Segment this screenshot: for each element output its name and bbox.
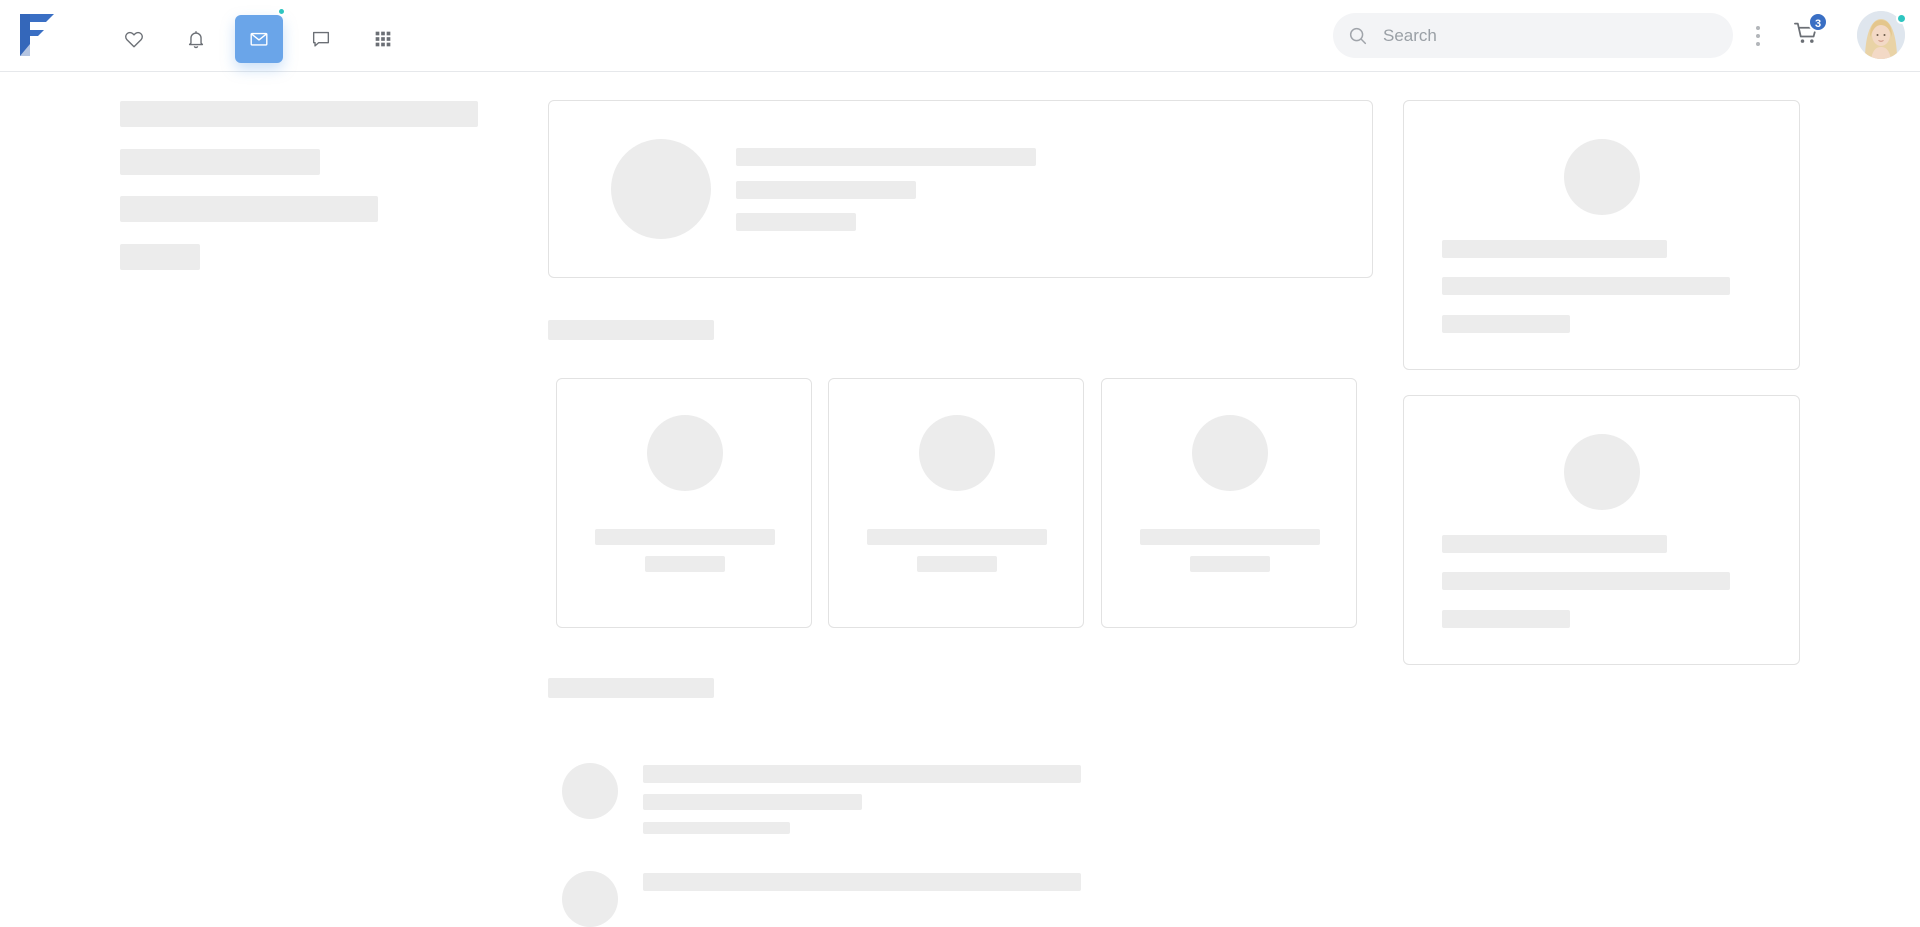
list-text-skeleton-line (643, 794, 862, 810)
top-navbar: 3 (0, 0, 1920, 72)
messages-unread-dot (277, 7, 286, 16)
item-card-skeleton (828, 378, 1084, 628)
text-skeleton-line (867, 529, 1047, 545)
avatar-skeleton (1564, 434, 1640, 510)
avatar-skeleton (919, 415, 995, 491)
list-avatar-skeleton (562, 871, 618, 927)
nav-chat-button[interactable] (297, 15, 345, 63)
avatar-skeleton (1564, 139, 1640, 215)
sidebar-skeleton-line (120, 101, 478, 127)
text-skeleton-line (1442, 277, 1730, 295)
text-skeleton-line (1442, 240, 1667, 258)
nav-messages-button[interactable] (235, 15, 283, 63)
profile-card-skeleton (548, 100, 1373, 278)
text-skeleton-line (736, 213, 856, 231)
sidebar-skeleton-line (120, 149, 320, 175)
search-input[interactable] (1381, 24, 1701, 47)
search-bar (1333, 13, 1733, 58)
heart-icon (125, 31, 143, 48)
right-card-skeleton (1403, 100, 1800, 370)
right-card-skeleton (1403, 395, 1800, 665)
text-skeleton-line (736, 181, 916, 199)
more-options-button[interactable] (1748, 22, 1768, 50)
avatar-skeleton (1192, 415, 1268, 491)
avatar-skeleton (611, 139, 711, 239)
brand-logo[interactable] (20, 14, 56, 56)
bell-icon (188, 31, 204, 49)
section-heading-skeleton (548, 678, 714, 698)
item-card-skeleton (556, 378, 812, 628)
text-skeleton-line (1190, 556, 1270, 572)
text-skeleton-line (595, 529, 775, 545)
grid-icon (375, 31, 391, 47)
list-text-skeleton-line (643, 822, 790, 834)
text-skeleton-line (645, 556, 725, 572)
cart-count-badge: 3 (1808, 12, 1828, 32)
sidebar-skeleton-line (120, 244, 200, 270)
text-skeleton-line (1442, 572, 1730, 590)
text-skeleton-line (1442, 610, 1570, 628)
avatar-skeleton (647, 415, 723, 491)
kebab-dot (1756, 34, 1760, 38)
text-skeleton-line (917, 556, 997, 572)
text-skeleton-line (736, 148, 1036, 166)
list-text-skeleton-line (643, 765, 1081, 783)
nav-apps-button[interactable] (359, 15, 407, 63)
text-skeleton-line (1140, 529, 1320, 545)
section-heading-skeleton (548, 320, 714, 340)
chat-bubble-icon (312, 31, 330, 47)
list-text-skeleton-line (643, 873, 1081, 891)
nav-notifications-button[interactable] (172, 15, 220, 63)
search-icon (1349, 27, 1367, 44)
logo-icon (20, 14, 54, 56)
kebab-dot (1756, 42, 1760, 46)
kebab-dot (1756, 26, 1760, 30)
online-status-dot (1896, 13, 1907, 24)
envelope-icon (250, 32, 268, 46)
item-card-skeleton (1101, 378, 1357, 628)
list-avatar-skeleton (562, 763, 618, 819)
text-skeleton-line (1442, 535, 1667, 553)
nav-favorites-button[interactable] (110, 15, 158, 63)
sidebar-skeleton-line (120, 196, 378, 222)
text-skeleton-line (1442, 315, 1570, 333)
